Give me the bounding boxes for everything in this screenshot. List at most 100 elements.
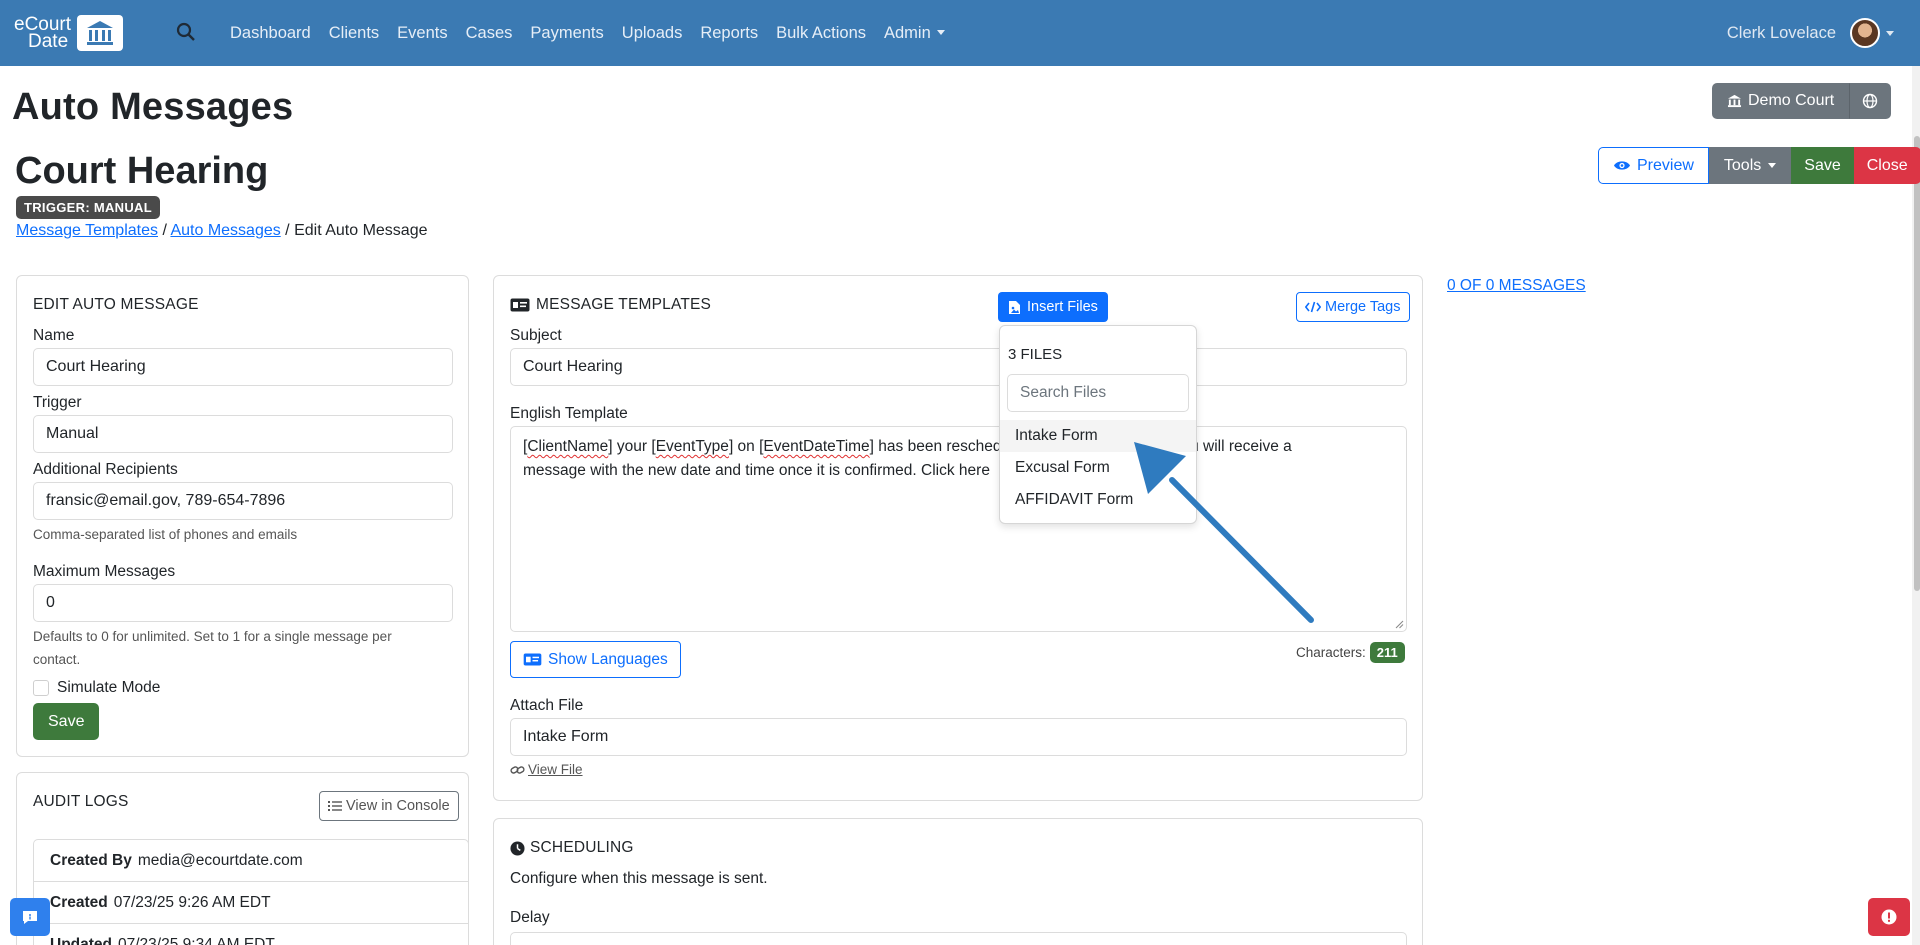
max-messages-help: Defaults to 0 for unlimited. Set to 1 fo… [33, 625, 458, 671]
nav-uploads[interactable]: Uploads [622, 24, 683, 43]
scrollbar-thumb[interactable] [1914, 136, 1920, 591]
name-input[interactable]: Court Hearing [33, 348, 453, 386]
message-actions: Preview Tools Save Close [1598, 147, 1920, 184]
bank-icon [1727, 94, 1742, 108]
demo-court-label: Demo Court [1748, 92, 1835, 109]
nav-reports[interactable]: Reports [700, 24, 758, 43]
audit-label: Created By [50, 851, 132, 869]
trigger-select[interactable]: Manual [33, 415, 453, 453]
scheduling-title-row: SCHEDULING [510, 839, 634, 857]
insert-files-button[interactable]: Insert Files [998, 292, 1108, 322]
breadcrumb: Message Templates / Auto Messages / Edit… [16, 222, 428, 240]
search-files-placeholder: Search Files [1020, 384, 1107, 401]
audit-label: Updated [50, 935, 112, 945]
max-help-line2: contact. [33, 652, 81, 667]
alert-icon [1881, 909, 1897, 925]
max-messages-input[interactable]: 0 [33, 584, 453, 622]
code-icon [1305, 301, 1321, 313]
audit-row: Created 07/23/25 9:26 AM EDT [33, 881, 469, 923]
chat-button[interactable] [10, 898, 50, 936]
language-button[interactable] [1849, 83, 1892, 119]
nav-clients[interactable]: Clients [329, 24, 379, 43]
scheduling-description: Configure when this message is sent. [510, 870, 768, 887]
merge-tag: ClientName [527, 438, 609, 455]
nav-admin-dropdown[interactable]: Admin [884, 24, 945, 43]
resize-handle-icon[interactable] [1395, 620, 1404, 629]
view-file-label: View File [528, 762, 583, 777]
page-title: Auto Messages [12, 86, 294, 128]
breadcrumb-separator: / [158, 222, 171, 239]
template-text-segment: message with the new date and time once … [523, 462, 990, 479]
recipients-label: Additional Recipients [33, 461, 178, 478]
logo-line2: Date [28, 31, 69, 52]
templates-title-row: MESSAGE TEMPLATES [510, 296, 711, 314]
max-messages-label: Maximum Messages [33, 563, 176, 580]
clock-icon [510, 840, 525, 856]
chat-icon [23, 910, 37, 924]
audit-card-title: AUDIT LOGS [33, 793, 129, 810]
user-menu[interactable]: Clerk Lovelace [1727, 0, 1894, 66]
nav-dashboard[interactable]: Dashboard [230, 24, 311, 43]
files-count: 3 FILES [1008, 346, 1063, 363]
page-scrollbar[interactable] [1912, 66, 1920, 945]
user-chevron-down-icon [1886, 30, 1894, 36]
insert-files-label: Insert Files [1027, 299, 1098, 315]
avatar [1850, 18, 1880, 48]
view-in-console-button[interactable]: View in Console [319, 791, 459, 821]
nav-bulk-actions[interactable]: Bulk Actions [776, 24, 866, 43]
merge-tag: EventDateTime [763, 438, 870, 455]
view-file-link[interactable]: View File [510, 762, 583, 777]
show-languages-button[interactable]: Show Languages [510, 641, 681, 678]
globe-icon [1863, 93, 1878, 109]
messages-count-link[interactable]: 0 OF 0 MESSAGES [1447, 277, 1586, 295]
delay-input[interactable] [510, 932, 1407, 945]
close-button[interactable]: Close [1853, 147, 1920, 184]
simulate-mode-row: Simulate Mode [33, 679, 160, 697]
message-title: Court Hearing [15, 150, 269, 192]
audit-value: media@ecourtdate.com [137, 851, 303, 869]
template-text-segment: your [612, 438, 652, 455]
preview-button[interactable]: Preview [1598, 147, 1709, 184]
max-help-line1: Defaults to 0 for unlimited. Set to 1 fo… [33, 629, 392, 644]
preview-label: Preview [1637, 156, 1694, 174]
recipients-help: Comma-separated list of phones and email… [33, 527, 298, 542]
characters-badge: 211 [1369, 642, 1405, 663]
merge-tags-button[interactable]: Merge Tags [1296, 292, 1410, 322]
save-button[interactable]: Save [1791, 147, 1854, 184]
character-count: Characters: 211 [1296, 642, 1405, 663]
file-image-icon [1009, 300, 1020, 314]
subject-label: Subject [510, 327, 562, 344]
trigger-label: Trigger [33, 394, 82, 411]
annotation-arrow [1134, 442, 1314, 623]
nav-events[interactable]: Events [397, 24, 447, 43]
list-icon [328, 801, 342, 811]
demo-court-button[interactable]: Demo Court [1712, 83, 1850, 119]
recipients-input[interactable]: fransic@email.gov, 789-654-7896 [33, 482, 453, 520]
tools-label: Tools [1723, 156, 1762, 174]
search-files-input[interactable]: Search Files [1007, 374, 1189, 412]
error-report-button[interactable] [1868, 898, 1910, 936]
template-text-segment: on [733, 438, 760, 455]
delay-label: Delay [510, 909, 550, 926]
nav-cases[interactable]: Cases [466, 24, 513, 43]
search-icon[interactable] [176, 22, 198, 44]
subject-input[interactable]: Court Hearing [510, 348, 1407, 386]
breadcrumb-auto-messages[interactable]: Auto Messages [170, 222, 280, 239]
tools-dropdown-button[interactable]: Tools [1708, 147, 1792, 184]
attach-file-select[interactable]: Intake Form [510, 718, 1407, 756]
audit-value: 07/23/25 9:34 AM EDT [118, 935, 275, 945]
audit-row: Updated 07/23/25 9:34 AM EDT [33, 923, 469, 945]
view-in-console-label: View in Console [346, 798, 450, 814]
edit-save-button[interactable]: Save [33, 703, 100, 740]
breadcrumb-current: Edit Auto Message [294, 222, 428, 239]
breadcrumb-message-templates[interactable]: Message Templates [16, 222, 158, 239]
audit-label: Created [50, 893, 108, 911]
template-text-segment: has been resched [873, 438, 1002, 455]
user-name: Clerk Lovelace [1726, 23, 1836, 42]
simulate-mode-checkbox[interactable] [33, 680, 49, 696]
trigger-badge: TRIGGER: MANUAL [16, 196, 160, 219]
ecourtdate-logo[interactable]: eCourt Date [14, 14, 124, 52]
nav-admin-label: Admin [884, 23, 931, 42]
chevron-down-icon [936, 29, 945, 35]
nav-payments[interactable]: Payments [530, 24, 603, 43]
